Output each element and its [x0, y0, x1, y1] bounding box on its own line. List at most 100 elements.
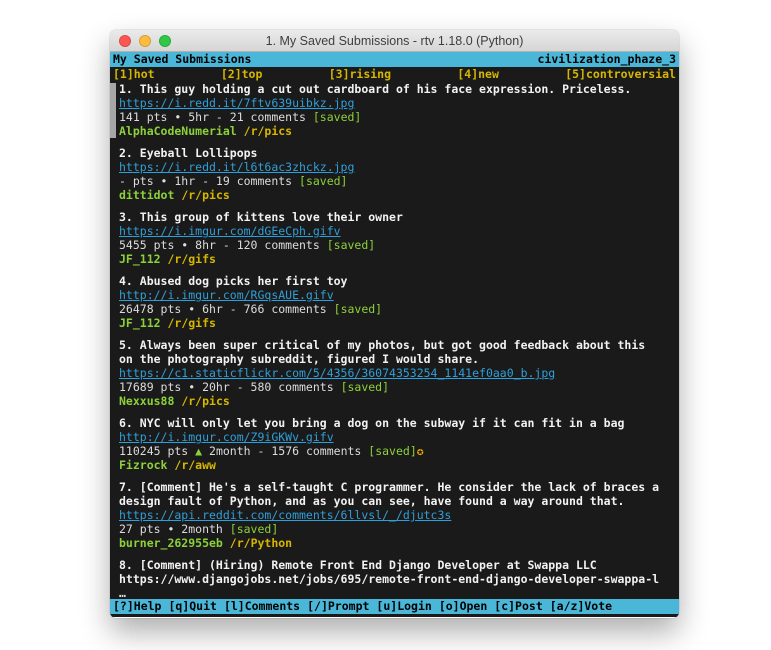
submission-stats: 26478 pts • 6hr - 766 comments [saved]	[119, 302, 679, 316]
submission-byline: AlphaCodeNumerial /r/pics	[119, 124, 679, 138]
submission-stats: 141 pts • 5hr - 21 comments [saved]	[119, 110, 679, 124]
sort-option-hot[interactable]: [1]hot	[113, 67, 155, 82]
stats-text: 141 pts • 5hr - 21 comments	[119, 110, 313, 124]
submission-subreddit: /r/gifs	[167, 316, 215, 330]
sort-option-new[interactable]: [4]new	[457, 67, 499, 82]
submission-author: Nexxus88	[119, 394, 174, 408]
submission-title: 1. This guy holding a cut out cardboard …	[119, 82, 679, 96]
submission-url[interactable]: https://i.imgur.com/dGEeCph.gifv	[119, 224, 679, 238]
username: civilization_phaze_3	[538, 52, 676, 67]
submission-subreddit: /r/pics	[181, 188, 229, 202]
submission-byline: Fizrock /r/aww	[119, 458, 679, 472]
terminal-window: 1. My Saved Submissions - rtv 1.18.0 (Py…	[110, 30, 679, 618]
submission-author: Fizrock	[119, 458, 167, 472]
gilded-icon: ✪	[417, 444, 424, 458]
submission-stats: 110245 pts ▲ 2month - 1576 comments [sav…	[119, 444, 679, 458]
saved-badge: [saved]	[299, 174, 347, 188]
command-help[interactable]: [?]Help	[113, 599, 161, 614]
stats-text: 110245 pts	[119, 444, 195, 458]
submission-subreddit: /r/pics	[244, 124, 292, 138]
submission-url[interactable]: https://www.djangojobs.net/jobs/695/remo…	[119, 572, 679, 586]
saved-badge: [saved]	[327, 238, 375, 252]
submission-subreddit: /r/pics	[181, 394, 229, 408]
command-login[interactable]: [u]Login	[376, 599, 431, 614]
command-quit[interactable]: [q]Quit	[168, 599, 216, 614]
stats-text: 2month - 1576 comments	[202, 444, 368, 458]
zoom-window-button[interactable]	[159, 35, 171, 47]
traffic-lights	[119, 35, 171, 47]
submission-subreddit: /r/aww	[174, 458, 216, 472]
submission-title: design fault of Python, and as you can s…	[119, 494, 679, 508]
submission-title: 8. [Comment] (Hiring) Remote Front End D…	[119, 558, 679, 572]
sort-option-rising[interactable]: [3]rising	[329, 67, 391, 82]
selection-cursor	[110, 83, 116, 138]
status-bar-top: My Saved Submissions civilization_phaze_…	[110, 52, 679, 67]
window-title: 1. My Saved Submissions - rtv 1.18.0 (Py…	[266, 34, 524, 48]
submission-byline: Nexxus88 /r/pics	[119, 394, 679, 408]
submission-url[interactable]: https://i.redd.it/7ftv639uibkz.jpg	[119, 96, 679, 110]
submission[interactable]: 6. NYC will only let you bring a dog on …	[110, 416, 679, 472]
truncation-ellipsis: …	[119, 586, 679, 599]
page-title: My Saved Submissions	[113, 52, 251, 67]
submission-title: 7. [Comment] He's a self-taught C progra…	[119, 480, 679, 494]
command-prompt[interactable]: [/]Prompt	[307, 599, 369, 614]
stats-text: - pts • 1hr - 19 comments	[119, 174, 299, 188]
submission-title: on the photography subreddit, figured I …	[119, 352, 679, 366]
submission[interactable]: 7. [Comment] He's a self-taught C progra…	[110, 480, 679, 550]
submission[interactable]: 4. Abused dog picks her first toyhttp://…	[110, 274, 679, 330]
submission-author: JF_112	[119, 252, 161, 266]
submission-title: 6. NYC will only let you bring a dog on …	[119, 416, 679, 430]
submission-author: AlphaCodeNumerial	[119, 124, 237, 138]
submission-url[interactable]: http://i.imgur.com/RGqsAUE.gifv	[119, 288, 679, 302]
submission-stats: 17689 pts • 20hr - 580 comments [saved]	[119, 380, 679, 394]
submission-author: dittidot	[119, 188, 174, 202]
submission-title: 3. This group of kittens love their owne…	[119, 210, 679, 224]
submission-byline: burner_262955eb /r/Python	[119, 536, 679, 550]
saved-badge: [saved]	[313, 110, 361, 124]
desktop: 1. My Saved Submissions - rtv 1.18.0 (Py…	[0, 0, 771, 650]
stats-text: 17689 pts • 20hr - 580 comments	[119, 380, 341, 394]
submission[interactable]: 8. [Comment] (Hiring) Remote Front End D…	[110, 558, 679, 599]
submission-url[interactable]: https://api.reddit.com/comments/6llvsl/_…	[119, 508, 679, 522]
submission-byline: dittidot /r/pics	[119, 188, 679, 202]
submission-title: 5. Always been super critical of my phot…	[119, 338, 679, 352]
command-comments[interactable]: [l]Comments	[224, 599, 300, 614]
sort-bar: [1]hot [2]top [3]rising [4]new [5]controvers…	[110, 67, 679, 82]
submission-stats: 5455 pts • 8hr - 120 comments [saved]	[119, 238, 679, 252]
stats-text: 27 pts • 2month	[119, 522, 230, 536]
submission-title: 2. Eyeball Lollipops	[119, 146, 679, 160]
command-open[interactable]: [o]Open	[439, 599, 487, 614]
submission-subreddit: /r/Python	[230, 536, 292, 550]
command-post[interactable]: [c]Post	[494, 599, 542, 614]
submission-list: 1. This guy holding a cut out cardboard …	[110, 82, 679, 599]
sort-option-controversial[interactable]: [5]controversial	[565, 67, 676, 82]
submission-subreddit: /r/gifs	[167, 252, 215, 266]
saved-badge: [saved]	[334, 302, 382, 316]
stats-text: 5455 pts • 8hr - 120 comments	[119, 238, 327, 252]
submission-author: JF_112	[119, 316, 161, 330]
submission-byline: JF_112 /r/gifs	[119, 252, 679, 266]
submission[interactable]: 3. This group of kittens love their owne…	[110, 210, 679, 266]
submission-url[interactable]: https://c1.staticflickr.com/5/4356/36074…	[119, 366, 679, 380]
submission[interactable]: 5. Always been super critical of my phot…	[110, 338, 679, 408]
submission-url[interactable]: http://i.imgur.com/Z9iGKWv.gifv	[119, 430, 679, 444]
submission[interactable]: 1. This guy holding a cut out cardboard …	[110, 82, 679, 138]
submission-byline: JF_112 /r/gifs	[119, 316, 679, 330]
saved-badge: [saved]	[368, 444, 416, 458]
submission-title: 4. Abused dog picks her first toy	[119, 274, 679, 288]
sort-option-top[interactable]: [2]top	[221, 67, 263, 82]
terminal-screen[interactable]: My Saved Submissions civilization_phaze_…	[110, 52, 679, 617]
submission-url[interactable]: https://i.redd.it/l6t6ac3zhckz.jpg	[119, 160, 679, 174]
submission-stats: - pts • 1hr - 19 comments [saved]	[119, 174, 679, 188]
command-vote[interactable]: [a/z]Vote	[550, 599, 612, 614]
stats-text: 26478 pts • 6hr - 766 comments	[119, 302, 334, 316]
close-window-button[interactable]	[119, 35, 131, 47]
saved-badge: [saved]	[341, 380, 389, 394]
window-titlebar[interactable]: 1. My Saved Submissions - rtv 1.18.0 (Py…	[110, 30, 679, 52]
command-bar: [?]Help [q]Quit [l]Comments [/]Prompt [u]Log…	[110, 599, 679, 614]
minimize-window-button[interactable]	[139, 35, 151, 47]
submission[interactable]: 2. Eyeball Lollipopshttps://i.redd.it/l6…	[110, 146, 679, 202]
saved-badge: [saved]	[230, 522, 278, 536]
submission-author: burner_262955eb	[119, 536, 223, 550]
submission-stats: 27 pts • 2month [saved]	[119, 522, 679, 536]
